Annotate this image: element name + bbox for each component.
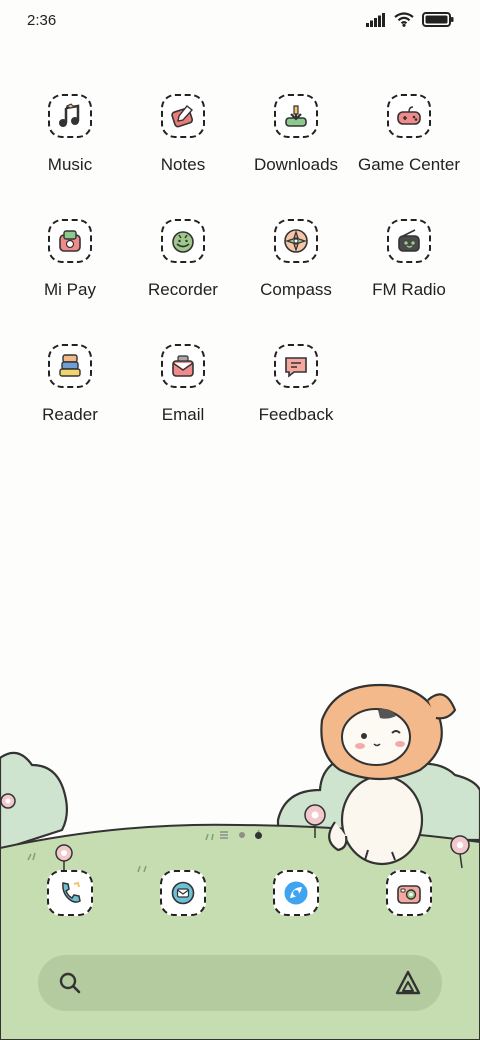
search-icon [59, 972, 81, 994]
app-email[interactable]: Email [127, 344, 239, 425]
status-time: 2:36 [27, 12, 57, 29]
downloads-icon [274, 94, 318, 138]
dock-messages[interactable] [160, 870, 206, 916]
app-label: Notes [160, 155, 206, 174]
radio-icon [387, 219, 431, 263]
app-downloads[interactable]: Downloads [240, 94, 352, 175]
wifi-icon [394, 12, 414, 27]
status-bar: 2:36 [0, 0, 480, 44]
feedback-icon [274, 344, 318, 388]
browser-icon [273, 870, 319, 916]
app-mi-pay[interactable]: Mi Pay [14, 219, 126, 300]
app-notes[interactable]: Notes [127, 94, 239, 175]
app-label: FM Radio [372, 280, 446, 299]
app-fm-radio[interactable]: FM Radio [353, 219, 465, 300]
app-feedback[interactable]: Feedback [240, 344, 352, 425]
signal-icon [366, 12, 385, 27]
app-label: Game Center [357, 155, 461, 174]
app-label: Compass [260, 280, 332, 299]
app-compass[interactable]: Compass [240, 219, 352, 300]
email-icon [161, 344, 205, 388]
app-music[interactable]: Music [14, 94, 126, 175]
app-label: Reader [42, 405, 98, 424]
app-label: Downloads [253, 155, 339, 174]
reader-icon [48, 344, 92, 388]
menu-lines-icon [219, 831, 228, 839]
wallet-icon [48, 219, 92, 263]
dock-browser[interactable] [273, 870, 319, 916]
page-dot-2[interactable] [254, 831, 262, 839]
flower-decoration-left [0, 793, 16, 809]
page-dot-1[interactable] [238, 832, 245, 838]
phone-icon [47, 870, 93, 916]
app-reader[interactable]: Reader [14, 344, 126, 425]
notes-icon [161, 94, 205, 138]
app-label: Email [161, 405, 205, 424]
app-recorder[interactable]: Recorder [127, 219, 239, 300]
game-controller-icon [387, 94, 431, 138]
compass-icon [274, 219, 318, 263]
app-game-center[interactable]: Game Center [353, 94, 465, 175]
status-icons [366, 12, 454, 27]
app-label: Music [47, 155, 93, 174]
battery-icon [422, 12, 454, 27]
dock-phone[interactable] [47, 870, 93, 916]
app-label: Mi Pay [44, 280, 96, 299]
messages-icon [160, 870, 206, 916]
camera-icon [386, 870, 432, 916]
page-indicator[interactable] [0, 830, 480, 840]
recorder-icon [161, 219, 205, 263]
search-bar[interactable] [38, 955, 442, 1011]
dock-camera[interactable] [386, 870, 432, 916]
app-label: Feedback [258, 405, 334, 424]
music-icon [48, 94, 92, 138]
app-label: Recorder [148, 280, 218, 299]
assistant-icon[interactable] [394, 969, 422, 997]
